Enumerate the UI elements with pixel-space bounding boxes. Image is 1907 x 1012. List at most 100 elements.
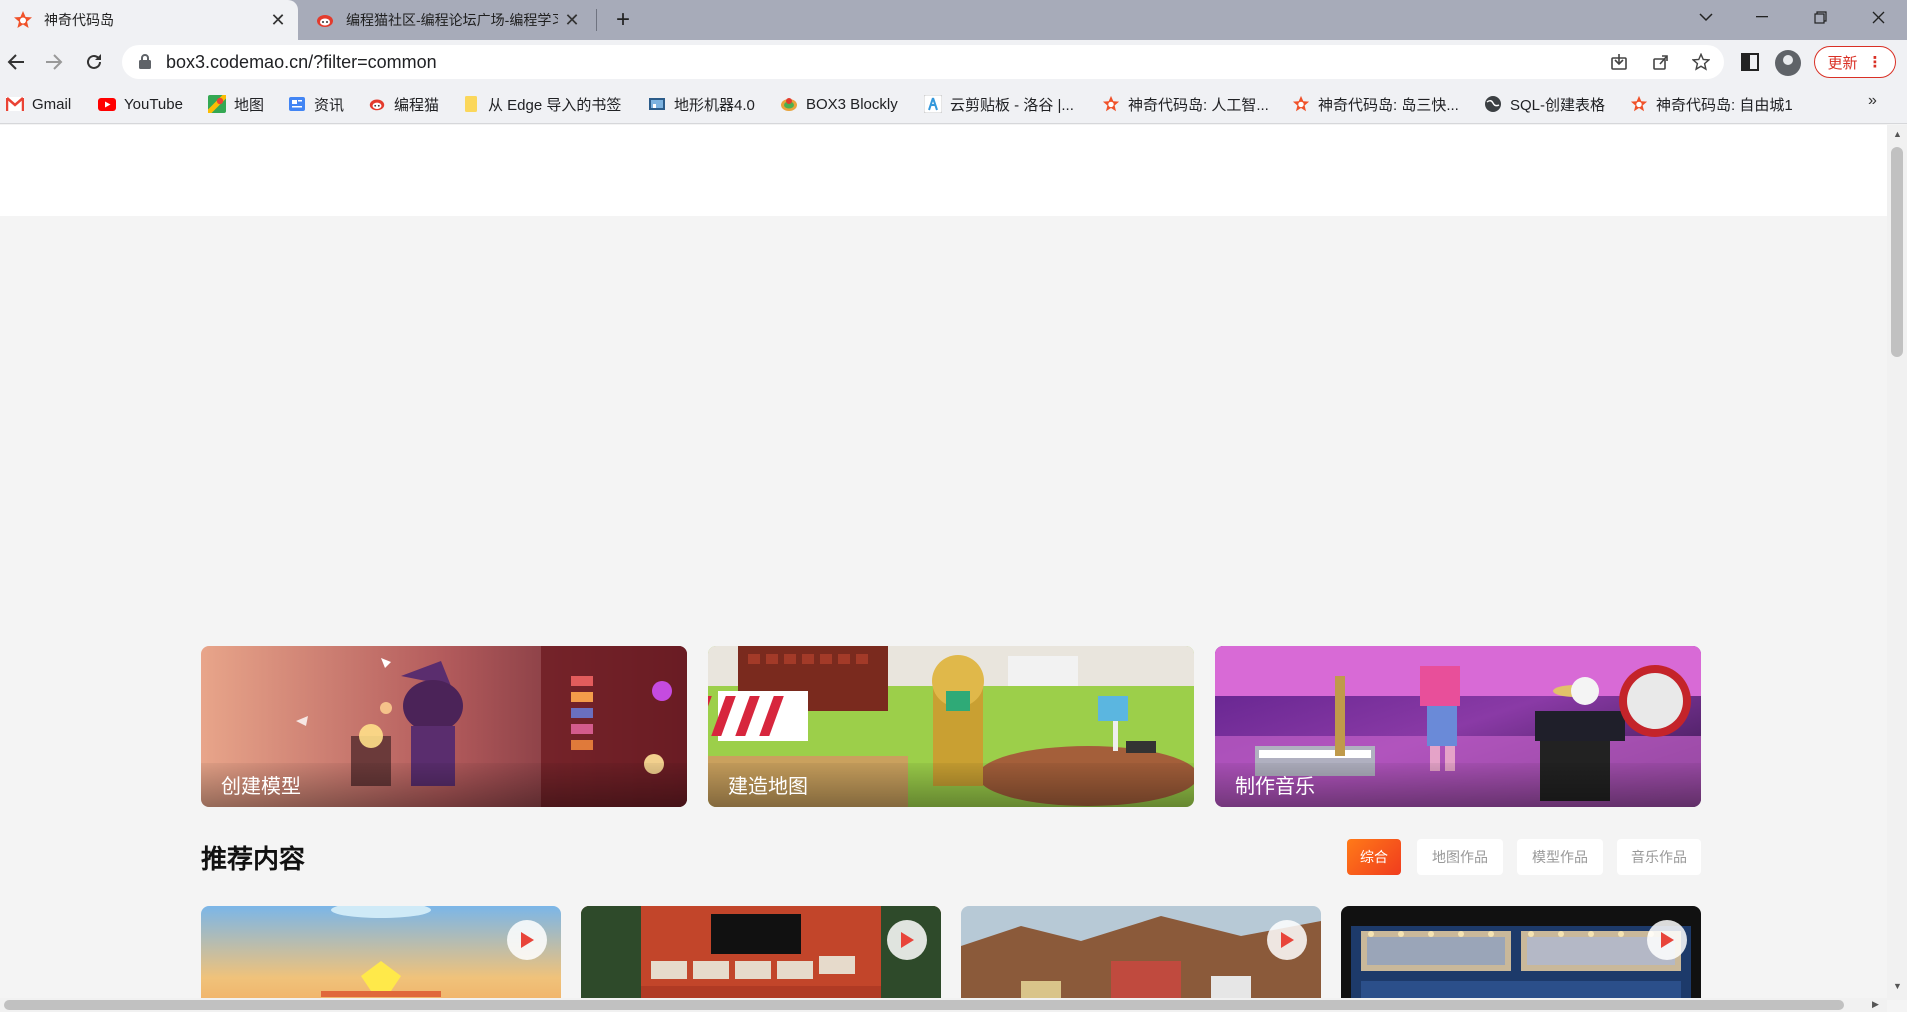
work-card[interactable] (201, 906, 561, 1000)
bookmark-label: 编程猫 (394, 96, 440, 114)
filter-tab-music[interactable]: 音乐作品 (1617, 839, 1701, 875)
url-text: box3.codemao.cn/?filter=common (166, 51, 437, 72)
forward-icon[interactable] (38, 46, 70, 78)
more-menu-icon[interactable]: ⋮ (1868, 53, 1883, 71)
bookmark-label: 资讯 (314, 96, 345, 114)
close-window-icon[interactable] (1850, 0, 1906, 34)
work-card[interactable] (1341, 906, 1701, 1000)
filter-tab-models[interactable]: 模型作品 (1517, 839, 1603, 875)
feature-label: 制作音乐 (1235, 776, 1315, 798)
tab-title: 神奇代码岛 (44, 12, 114, 28)
page-content: 创建模型 建造地图 制作音乐 推荐内容 综合 地图作品 模型作品 音乐作品 (0, 125, 1887, 1000)
play-icon[interactable] (887, 920, 927, 960)
bookmark-sql[interactable]: SQL-创建表格 (1484, 92, 1605, 116)
filter-tab-maps[interactable]: 地图作品 (1417, 839, 1503, 875)
profile-avatar[interactable] (1775, 50, 1801, 76)
bookmark-terrain[interactable]: 地形机器4.0 (648, 92, 755, 116)
more-bookmarks-icon[interactable]: » (1868, 92, 1877, 110)
news-icon (288, 95, 306, 113)
tab-inactive[interactable]: 编程猫社区-编程论坛广场-编程学习交流社区 ✕ (302, 0, 592, 40)
gmail-icon (6, 95, 24, 113)
close-tab-icon[interactable]: ✕ (558, 6, 586, 34)
bookmark-maps[interactable]: 地图 (208, 92, 264, 116)
work-card[interactable] (581, 906, 941, 1000)
bookmark-gmail[interactable]: Gmail (6, 92, 71, 116)
feature-card-make-music[interactable]: 制作音乐 (1215, 646, 1701, 807)
tab-separator (596, 9, 597, 31)
new-tab-button[interactable]: + (607, 4, 639, 36)
bookmark-codemao-ai[interactable]: 神奇代码岛: 人工智... (1102, 92, 1269, 116)
address-bar[interactable]: box3.codemao.cn/?filter=common (122, 45, 1724, 79)
bookmark-star-icon[interactable] (1688, 50, 1714, 74)
folder-icon (462, 95, 480, 113)
close-tab-icon[interactable]: ✕ (264, 6, 292, 34)
work-card[interactable] (961, 906, 1321, 1000)
play-icon[interactable] (1647, 920, 1687, 960)
youtube-icon (98, 95, 116, 113)
scrollbar-thumb[interactable] (1891, 147, 1903, 357)
bookmark-label: BOX3 Blockly (806, 95, 898, 113)
bookmark-label: 神奇代码岛: 岛三快... (1318, 96, 1459, 114)
scroll-down-icon[interactable]: ▼ (1893, 981, 1902, 991)
codemao-cat-icon (368, 95, 386, 113)
tab-search-icon[interactable] (1678, 0, 1734, 34)
install-app-icon[interactable] (1606, 50, 1632, 74)
bookmark-codemao-quick[interactable]: 神奇代码岛: 岛三快... (1292, 92, 1459, 116)
play-icon[interactable] (1267, 920, 1307, 960)
play-icon[interactable] (507, 920, 547, 960)
codemao-cat-icon (314, 9, 336, 31)
luogu-icon (924, 95, 942, 113)
filter-tab-all[interactable]: 综合 (1347, 839, 1401, 875)
recommended-title: 推荐内容 (201, 844, 306, 874)
bookmark-luogu[interactable]: 云剪贴板 - 洛谷 |... (924, 92, 1074, 116)
bookmark-label: 云剪贴板 - 洛谷 |... (950, 96, 1074, 114)
feature-card-create-model[interactable]: 创建模型 (201, 646, 687, 807)
update-button[interactable]: 更新 ⋮ (1814, 46, 1896, 78)
bookmark-label: 神奇代码岛: 人工智... (1128, 96, 1269, 114)
bookmarks-bar: Gmail YouTube 地图 资讯 编程猫 从 Edge 导入的书签 地形机… (0, 84, 1907, 124)
horizontal-scrollbar[interactable]: ▶ (0, 998, 1887, 1012)
lock-icon[interactable] (138, 53, 156, 71)
feature-label: 建造地图 (728, 776, 808, 798)
bookmark-edge-folder[interactable]: 从 Edge 导入的书签 (462, 92, 621, 116)
terrain-icon (648, 95, 666, 113)
bookmark-label: 神奇代码岛: 自由城1 (1656, 96, 1793, 114)
minimize-icon[interactable] (1734, 0, 1790, 34)
bookmark-label: 从 Edge 导入的书签 (488, 96, 622, 114)
restore-icon[interactable] (1792, 0, 1848, 34)
bookmark-label: Gmail (32, 95, 72, 113)
tab-title: 编程猫社区-编程论坛广场-编程学习交流社区 (346, 12, 558, 28)
bookmark-codemao[interactable]: 编程猫 (368, 92, 439, 116)
codemao-star-icon (12, 9, 34, 31)
blockly-icon (780, 95, 798, 113)
maps-icon (208, 95, 226, 113)
scroll-right-icon[interactable]: ▶ (1872, 999, 1879, 1010)
globe-icon (1484, 95, 1502, 113)
bookmark-youtube[interactable]: YouTube (98, 92, 183, 116)
bookmark-box3-blockly[interactable]: BOX3 Blockly (780, 92, 898, 116)
scrollbar-thumb[interactable] (4, 1000, 1844, 1010)
bookmark-codemao-freecity[interactable]: 神奇代码岛: 自由城1 (1630, 92, 1793, 116)
scroll-up-icon[interactable]: ▲ (1893, 129, 1902, 139)
work-thumbnail (581, 906, 941, 1000)
reload-icon[interactable] (78, 46, 110, 78)
bookmark-news[interactable]: 资讯 (288, 92, 344, 116)
bookmark-label: 地图 (234, 96, 265, 114)
back-icon[interactable] (0, 46, 32, 78)
work-thumbnail (961, 906, 1321, 1000)
work-thumbnail (201, 906, 561, 1000)
codemao-star-icon (1630, 95, 1648, 113)
side-panel-icon[interactable] (1734, 46, 1766, 78)
share-icon[interactable] (1648, 50, 1674, 74)
vertical-scrollbar[interactable]: ▲ ▼ (1887, 125, 1907, 1000)
browser-toolbar: box3.codemao.cn/?filter=common 更新 ⋮ (0, 40, 1907, 84)
update-label: 更新 (1827, 54, 1858, 72)
bookmark-label: SQL-创建表格 (1510, 96, 1606, 114)
work-thumbnail (1341, 906, 1701, 1000)
codemao-star-icon (1102, 95, 1120, 113)
tab-strip: 神奇代码岛 ✕ 编程猫社区-编程论坛广场-编程学习交流社区 ✕ + (0, 0, 1907, 40)
feature-label: 创建模型 (221, 776, 301, 798)
feature-card-build-map[interactable]: 建造地图 (708, 646, 1194, 807)
tab-active[interactable]: 神奇代码岛 ✕ (0, 0, 298, 40)
site-header (0, 125, 1887, 216)
